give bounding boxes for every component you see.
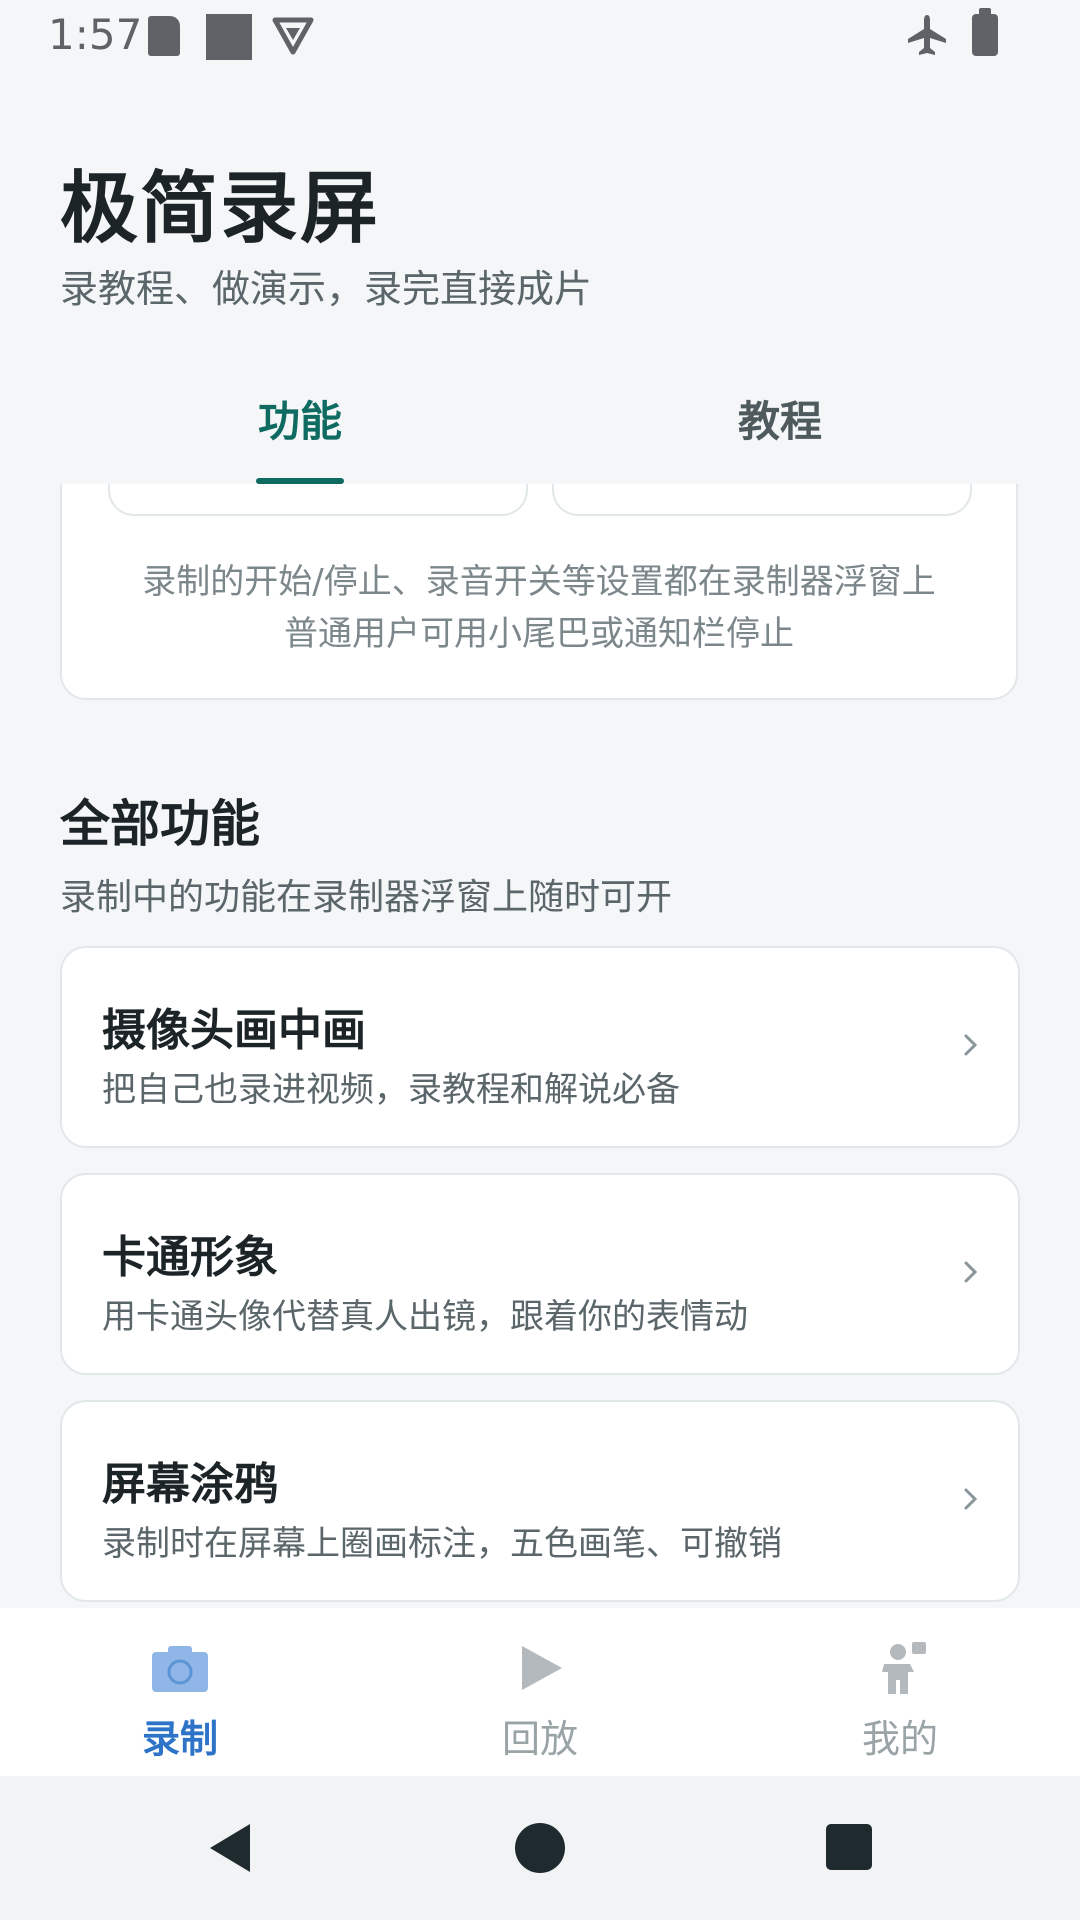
app-subtitle: 录教程、做演示，录完直接成片 [60, 267, 593, 311]
bottom-navigation: 录制 回放 我的 [0, 1608, 1080, 1776]
feature-card-cartoon-avatar[interactable]: 卡通形象 用卡通头像代替真人出镜，跟着你的表情动 [60, 1173, 1020, 1375]
battery-icon [972, 8, 998, 56]
tab-bar: 功能 教程 [0, 370, 1080, 486]
feature-description: 把自己也录进视频，录教程和解说必备 [102, 1070, 680, 1110]
recents-icon[interactable] [824, 1822, 876, 1874]
feature-card-camera-pip[interactable]: 摄像头画中画 把自己也录进视频，录教程和解说必备 [60, 946, 1020, 1148]
nav-playback[interactable]: 回放 [360, 1608, 720, 1776]
content-scroll[interactable]: 录制的开始/停止、录音开关等设置都在录制器浮窗上 普通用户可用小尾巴或通知栏停止… [0, 484, 1080, 1608]
info-text: 录制的开始/停止、录音开关等设置都在录制器浮窗上 普通用户可用小尾巴或通知栏停止 [62, 556, 1016, 660]
tab-tutorial[interactable]: 教程 [510, 388, 1050, 449]
back-icon[interactable] [204, 1822, 256, 1874]
record-option-right[interactable] [552, 484, 972, 516]
feature-description: 用卡通头像代替真人出镜，跟着你的表情动 [102, 1297, 748, 1337]
feature-description: 录制时在屏幕上圈画标注，五色画笔、可撤销 [102, 1524, 782, 1564]
feature-card-screen-doodle[interactable]: 屏幕涂鸦 录制时在屏幕上圈画标注，五色画笔、可撤销 [60, 1400, 1020, 1602]
home-icon[interactable] [514, 1822, 566, 1874]
info-line-2: 普通用户可用小尾巴或通知栏停止 [284, 614, 794, 654]
vpn-icon [272, 17, 314, 55]
nav-label: 我的 [861, 1717, 938, 1761]
chevron-right-icon [964, 1488, 978, 1510]
section-description: 录制中的功能在录制器浮窗上随时可开 [60, 877, 673, 918]
section-title: 全部功能 [60, 795, 260, 853]
airplane-icon [908, 15, 946, 55]
chevron-right-icon [964, 1034, 978, 1056]
status-time: 1:57 [48, 10, 143, 59]
play-icon [522, 1646, 562, 1690]
nav-label: 回放 [501, 1717, 578, 1761]
feature-title: 卡通形象 [102, 1232, 278, 1283]
recorder-info-card: 录制的开始/停止、录音开关等设置都在录制器浮窗上 普通用户可用小尾巴或通知栏停止 [60, 484, 1018, 700]
feature-title: 屏幕涂鸦 [102, 1459, 278, 1510]
info-line-1: 录制的开始/停止、录音开关等设置都在录制器浮窗上 [142, 562, 936, 602]
camera-icon [152, 1646, 208, 1692]
record-option-left[interactable] [108, 484, 528, 516]
nav-mine[interactable]: 我的 [720, 1608, 1080, 1776]
person-icon [882, 1642, 926, 1694]
status-bar: 1:57 [0, 0, 1080, 72]
app-title: 极简录屏 [60, 164, 381, 254]
sd-card-icon [148, 16, 180, 56]
system-navigation-bar [0, 1776, 1080, 1920]
nav-label: 录制 [141, 1717, 218, 1761]
square-icon [206, 14, 252, 60]
nav-record[interactable]: 录制 [0, 1608, 360, 1776]
chevron-right-icon [964, 1261, 978, 1283]
tab-features[interactable]: 功能 [30, 388, 570, 449]
feature-title: 摄像头画中画 [102, 1005, 366, 1056]
